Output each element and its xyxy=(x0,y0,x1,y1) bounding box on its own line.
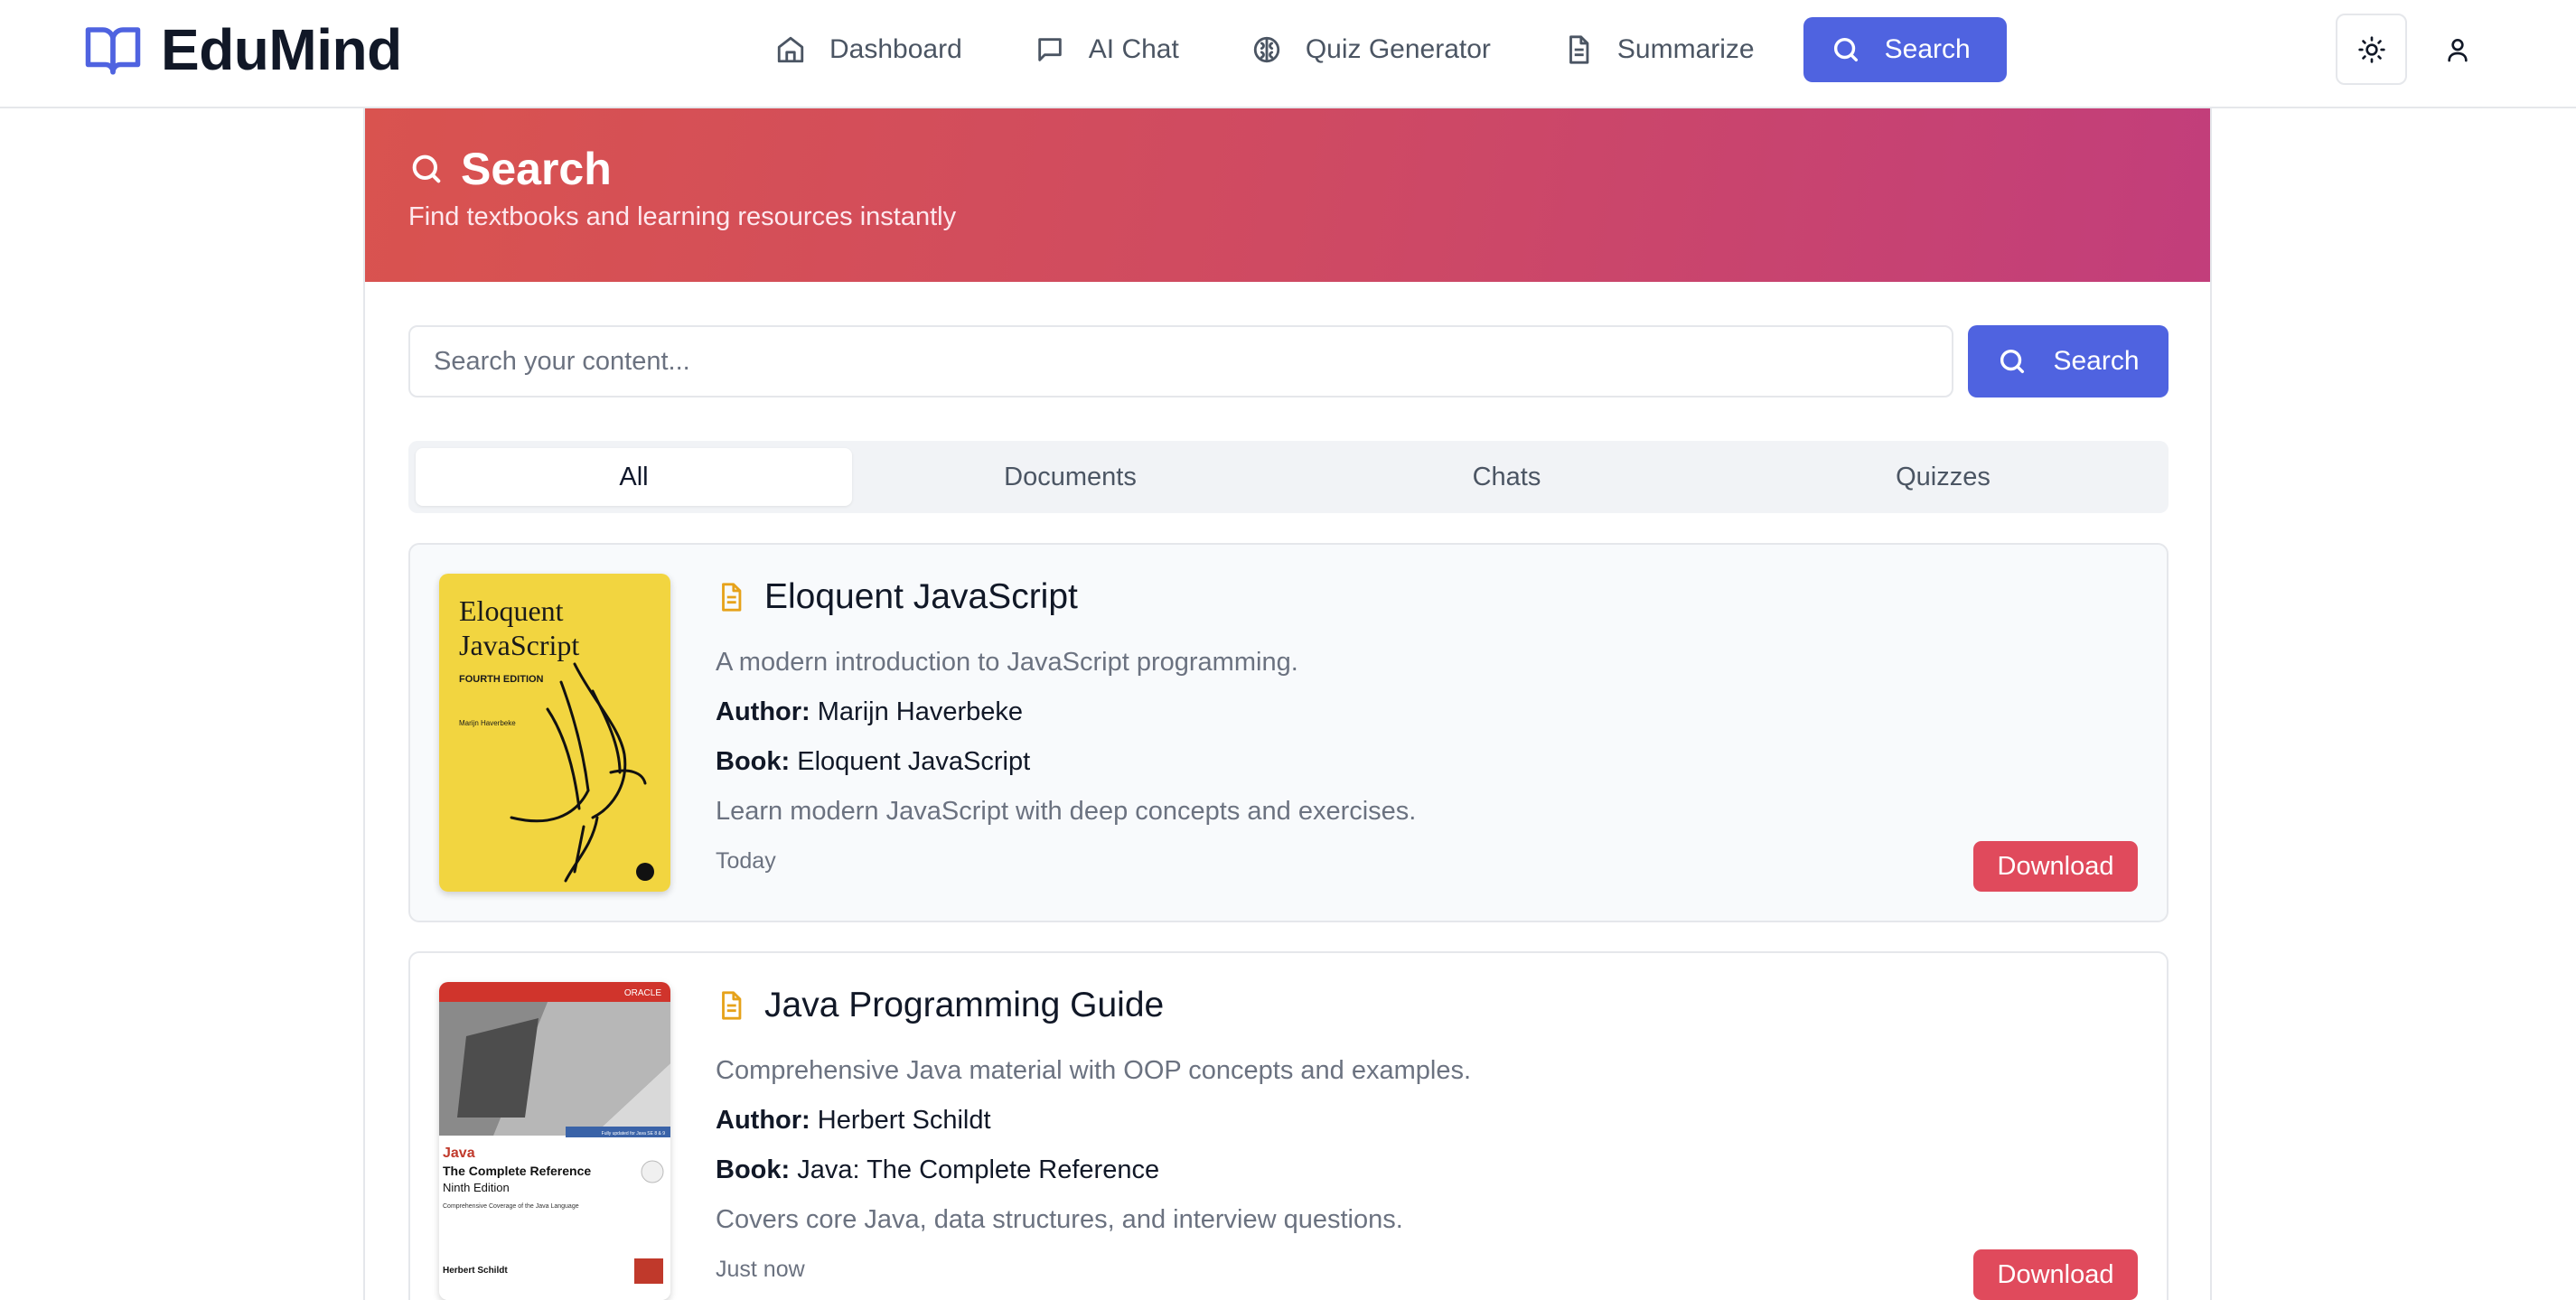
main-nav: Dashboard AI Chat Quiz Generator Summari… xyxy=(752,17,2007,82)
page-subtitle: Find textbooks and learning resources in… xyxy=(408,202,957,231)
result-summary: Learn modern JavaScript with deep concep… xyxy=(716,797,1417,826)
page-title-text: Search xyxy=(461,144,612,194)
java-reference-cover: ORACLE Fully updated for Java SE 8 & 9 J… xyxy=(439,982,670,1300)
sun-icon xyxy=(2357,35,2385,63)
cover-edition: FOURTH EDITION xyxy=(459,674,544,685)
user-menu-button[interactable] xyxy=(2421,14,2493,85)
download-button[interactable]: Download xyxy=(1973,841,2138,892)
page-title: Search xyxy=(408,143,2167,195)
nav-quiz-generator[interactable]: Quiz Generator xyxy=(1228,17,1514,82)
book-value: Eloquent JavaScript xyxy=(797,747,1031,776)
result-card[interactable]: Eloquent JavaScript FOURTH EDITION Marij… xyxy=(408,543,2169,922)
cover-badge: Fully updated for Java SE 8 & 9 xyxy=(602,1131,666,1136)
author-value: Marijn Haverbeke xyxy=(817,697,1024,726)
brand-logo[interactable]: EduMind xyxy=(81,16,402,83)
result-book: Book: Eloquent JavaScript xyxy=(716,747,2138,777)
tab-documents[interactable]: Documents xyxy=(852,448,1288,506)
search-panel: Search Find textbooks and learning resou… xyxy=(363,108,2212,1300)
open-book-icon xyxy=(85,27,141,75)
tab-all[interactable]: All xyxy=(416,448,852,506)
document-icon xyxy=(1569,35,1589,64)
search-icon xyxy=(2000,349,2025,374)
result-timestamp: Just now xyxy=(716,1257,805,1282)
search-button-label: Search xyxy=(2053,346,2140,376)
nav-dashboard-label: Dashboard xyxy=(829,34,962,64)
result-title[interactable]: Java Programming Guide xyxy=(764,986,1164,1025)
book-cover-image: ORACLE Fully updated for Java SE 8 & 9 J… xyxy=(439,982,670,1300)
document-icon xyxy=(722,991,742,1020)
cover-author: Herbert Schildt xyxy=(443,1266,508,1276)
result-title-row: Java Programming Guide xyxy=(716,980,2138,1031)
top-navbar: EduMind Dashboard AI Chat Quiz Generator… xyxy=(0,0,2576,108)
nav-ai-chat[interactable]: AI Chat xyxy=(1011,17,1203,82)
nav-ai-chat-label: AI Chat xyxy=(1088,34,1179,64)
result-author: Author: Herbert Schildt xyxy=(716,1106,2138,1136)
document-icon xyxy=(722,583,742,612)
cover-author: Marijn Haverbeke xyxy=(459,719,516,727)
eloquent-js-cover: Eloquent JavaScript FOURTH EDITION Marij… xyxy=(439,574,670,892)
result-title-row: Eloquent JavaScript xyxy=(716,572,2138,622)
book-value: Java: The Complete Reference xyxy=(797,1155,1160,1184)
cover-title-line2: The Complete Reference xyxy=(443,1164,591,1178)
result-title[interactable]: Eloquent JavaScript xyxy=(764,577,1078,617)
filter-tabs: All Documents Chats Quizzes xyxy=(408,441,2169,513)
result-body: Java Programming Guide Comprehensive Jav… xyxy=(716,980,2138,1283)
result-description: A modern introduction to JavaScript prog… xyxy=(716,648,1298,677)
book-label: Book: xyxy=(716,747,791,776)
brain-icon xyxy=(1253,36,1279,63)
cover-edition: Ninth Edition xyxy=(443,1181,510,1194)
search-icon xyxy=(1833,37,1858,62)
cover-title-line2: JavaScript xyxy=(459,629,579,661)
book-cover-image: Eloquent JavaScript FOURTH EDITION Marij… xyxy=(439,574,670,892)
result-book: Book: Java: The Complete Reference xyxy=(716,1155,2138,1185)
book-label: Book: xyxy=(716,1155,791,1184)
result-summary: Covers core Java, data structures, and i… xyxy=(716,1205,1403,1234)
search-bar: Search xyxy=(408,325,2169,397)
chat-icon xyxy=(1038,38,1062,61)
theme-toggle-button[interactable] xyxy=(2336,14,2407,85)
brand-name: EduMind xyxy=(161,17,402,82)
user-icon xyxy=(2447,38,2468,61)
tab-chats[interactable]: Chats xyxy=(1288,448,1725,506)
home-icon xyxy=(777,36,804,63)
result-body: Eloquent JavaScript A modern introductio… xyxy=(716,572,2138,874)
cover-title-line1: Eloquent xyxy=(459,594,564,627)
nav-summarize[interactable]: Summarize xyxy=(1540,17,1778,82)
search-icon xyxy=(412,154,441,183)
result-card[interactable]: ORACLE Fully updated for Java SE 8 & 9 J… xyxy=(408,951,2169,1300)
author-value: Herbert Schildt xyxy=(817,1106,991,1135)
nav-search-label: Search xyxy=(1884,34,1971,64)
tab-quizzes[interactable]: Quizzes xyxy=(1725,448,2161,506)
search-input[interactable] xyxy=(408,325,1953,397)
cover-subtitle: Comprehensive Coverage of the Java Langu… xyxy=(443,1203,579,1210)
author-label: Author: xyxy=(716,697,810,726)
result-description: Comprehensive Java material with OOP con… xyxy=(716,1056,1472,1085)
search-button[interactable]: Search xyxy=(1968,325,2169,397)
download-button[interactable]: Download xyxy=(1973,1249,2138,1300)
cover-brand: ORACLE xyxy=(624,988,661,998)
result-author: Author: Marijn Haverbeke xyxy=(716,697,2138,727)
result-timestamp: Today xyxy=(716,848,776,874)
nav-search[interactable]: Search xyxy=(1803,17,2007,82)
nav-summarize-label: Summarize xyxy=(1616,34,1755,64)
nav-quiz-generator-label: Quiz Generator xyxy=(1305,34,1491,64)
author-label: Author: xyxy=(716,1106,810,1135)
hero-banner: Search Find textbooks and learning resou… xyxy=(365,108,2210,282)
nav-dashboard[interactable]: Dashboard xyxy=(752,17,986,82)
cover-title-line1: Java xyxy=(443,1146,475,1161)
